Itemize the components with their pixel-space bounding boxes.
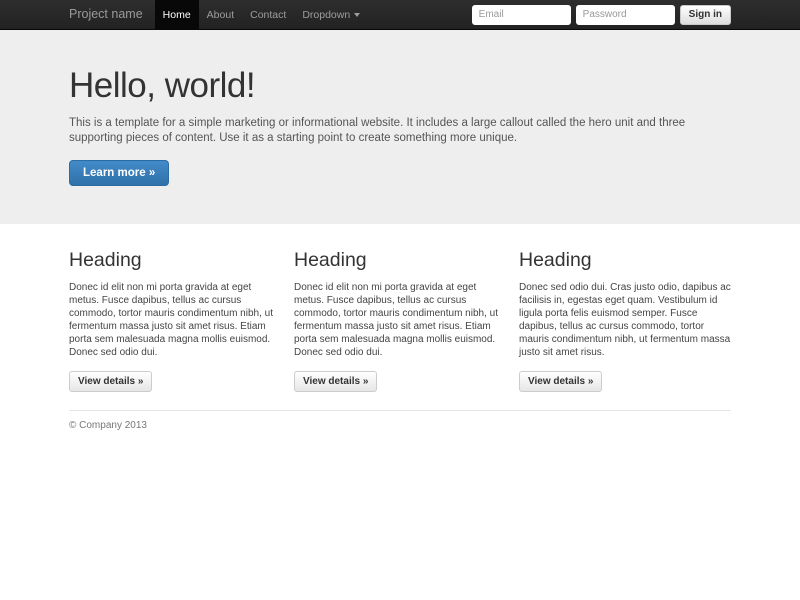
footer-divider	[69, 410, 731, 411]
column-heading: Heading	[294, 249, 506, 272]
footer: © Company 2013	[69, 420, 731, 431]
columns-row: Heading Donec id elit non mi porta gravi…	[69, 224, 731, 392]
nav-item-home[interactable]: Home	[155, 0, 199, 29]
view-details-button-2[interactable]: View details »	[294, 371, 377, 392]
password-field[interactable]	[576, 5, 675, 25]
jumbotron: Hello, world! This is a template for a s…	[0, 30, 800, 224]
column-1: Heading Donec id elit non mi porta gravi…	[69, 224, 281, 392]
column-text: Donec id elit non mi porta gravida at eg…	[294, 281, 506, 359]
brand-link[interactable]: Project name	[69, 0, 143, 29]
nav-item-dropdown-label: Dropdown	[302, 9, 350, 21]
nav-item-dropdown[interactable]: Dropdown	[294, 0, 368, 29]
sign-in-button[interactable]: Sign in	[680, 5, 731, 25]
caret-down-icon	[354, 13, 360, 17]
view-details-button-1[interactable]: View details »	[69, 371, 152, 392]
column-2: Heading Donec id elit non mi porta gravi…	[294, 224, 506, 392]
signin-form: Sign in	[472, 0, 731, 29]
email-field[interactable]	[472, 5, 571, 25]
hero-title: Hello, world!	[69, 68, 731, 103]
learn-more-button[interactable]: Learn more »	[69, 160, 169, 186]
marketing-section: Heading Donec id elit non mi porta gravi…	[69, 224, 731, 431]
navbar: Project name Home About Contact Dropdown…	[0, 0, 800, 30]
column-text: Donec sed odio dui. Cras justo odio, dap…	[519, 281, 731, 359]
column-text: Donec id elit non mi porta gravida at eg…	[69, 281, 281, 359]
column-heading: Heading	[519, 249, 731, 272]
column-3: Heading Donec sed odio dui. Cras justo o…	[519, 224, 731, 392]
hero-description: This is a template for a simple marketin…	[69, 116, 731, 146]
copyright-text: © Company 2013	[69, 420, 731, 431]
nav-item-contact[interactable]: Contact	[242, 0, 294, 29]
navbar-nav: Home About Contact Dropdown	[155, 0, 369, 29]
nav-item-about[interactable]: About	[199, 0, 242, 29]
view-details-button-3[interactable]: View details »	[519, 371, 602, 392]
column-heading: Heading	[69, 249, 281, 272]
